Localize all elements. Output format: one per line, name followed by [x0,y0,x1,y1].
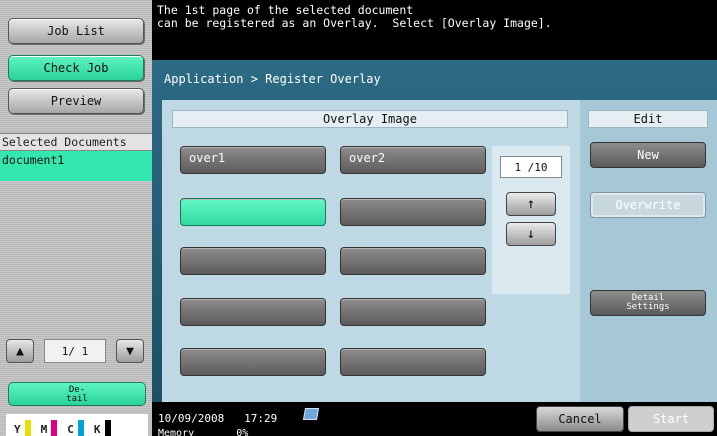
overlay-pager: 1 /10 ↑ ↓ [492,146,570,294]
left-pager: ▲ 1/ 1 ▼ [6,338,146,364]
overlay-slot-6[interactable] [340,247,486,275]
breadcrumb: Application > Register Overlay [164,72,381,86]
start-button[interactable]: Start [628,406,714,432]
status-bar: 10/09/2008 17:29 Memory 0% Cancel Start [152,402,717,436]
left-panel: Job List Check Job Preview Selected Docu… [0,0,152,436]
detail-button[interactable]: De- tail [8,382,146,406]
memory-label: Memory [158,428,195,436]
date: 10/09/2008 [158,412,225,425]
toner-c-label: C [67,423,74,436]
detail-settings-button[interactable]: Detail Settings [590,290,706,316]
toner-c-bar [77,420,84,436]
check-job-button[interactable]: Check Job [8,55,144,81]
selected-document-item[interactable]: document1 [0,151,152,181]
edit-header: Edit [588,110,708,128]
left-page-down-button[interactable]: ▼ [116,339,144,363]
register-overlay-panel: Application > Register Overlay Overlay I… [152,60,717,405]
overlay-page-up-button[interactable]: ↑ [506,192,556,216]
preview-button[interactable]: Preview [8,88,144,114]
overlay-slot-8[interactable] [340,298,486,326]
overlay-page-down-button[interactable]: ↓ [506,222,556,246]
datetime: 10/09/2008 17:29 [158,412,277,425]
left-page-up-button[interactable]: ▲ [6,339,34,363]
overlay-page-indicator: 1 /10 [500,156,562,178]
overlay-slot-9[interactable] [180,348,326,376]
toner-y-bar [24,420,31,436]
overlay-slot-5[interactable] [180,247,326,275]
time: 17:29 [244,412,278,425]
overlay-slot-1[interactable]: over1 [180,146,326,174]
toner-k-bar [104,420,111,436]
selected-documents-header: Selected Documents [0,133,152,151]
overlay-slot-10[interactable] [340,348,486,376]
arrow-up-icon: ↑ [526,196,536,212]
toner-levels: Y M C K [6,414,148,436]
toner-y-label: Y [14,423,21,436]
cancel-button[interactable]: Cancel [536,406,624,432]
toner-k-label: K [93,423,101,436]
arrow-down-icon: ↓ [526,226,536,242]
overlay-slot-4[interactable] [340,198,486,226]
overlay-slot-2[interactable]: over2 [340,146,486,174]
overwrite-button[interactable]: Overwrite [590,192,706,218]
toner-m-label: M [40,423,48,436]
toner-m-bar [51,420,58,436]
edit-panel: Edit New Overwrite Detail Settings [580,100,717,405]
detail-label-line2: tail [66,394,88,404]
left-page-indicator: 1/ 1 [44,339,106,363]
job-list-button[interactable]: Job List [8,18,144,44]
network-icon [302,408,320,420]
new-button[interactable]: New [590,142,706,168]
detail-settings-line2: Settings [626,302,670,312]
overlay-slot-7[interactable] [180,298,326,326]
instruction-message: The 1st page of the selected document ca… [157,3,552,30]
memory-status: Memory 0% [158,428,248,436]
content-area: Overlay Image over1 over2 1 /10 ↑ ↓ Edit… [162,100,717,405]
overlay-slot-3[interactable] [180,198,326,226]
overlay-image-header: Overlay Image [172,110,568,128]
memory-value: 0% [236,428,249,436]
